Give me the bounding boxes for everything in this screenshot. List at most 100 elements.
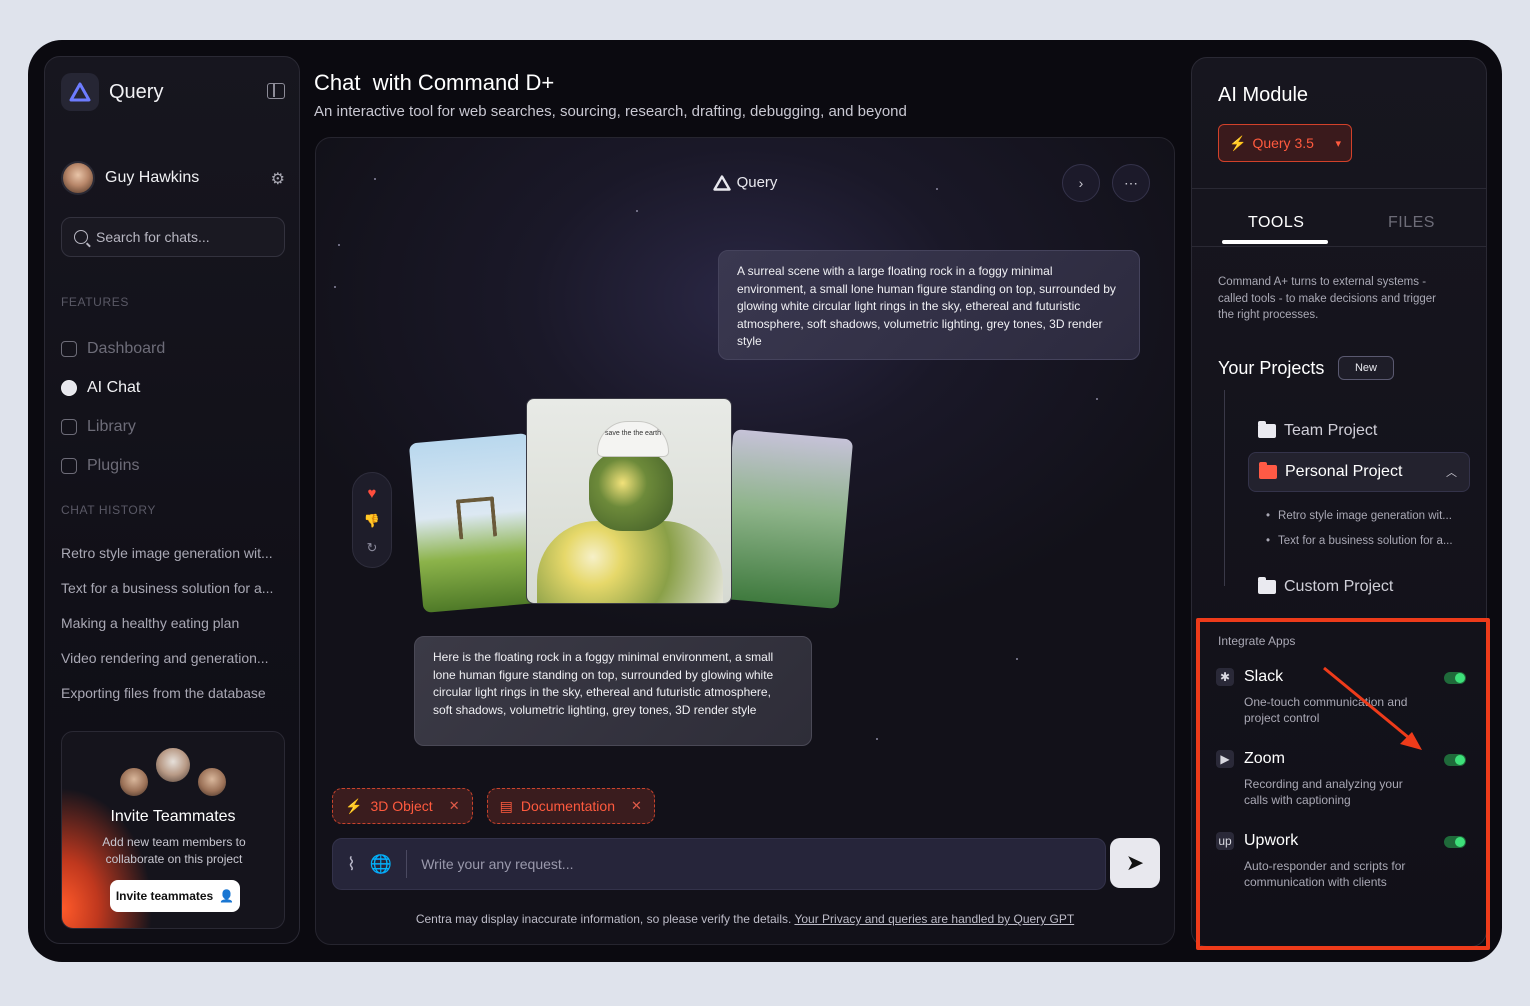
send-button[interactable]: ➤ [1110,838,1160,888]
more-options-icon[interactable]: ⋯ [1112,164,1150,202]
app-name: Zoom [1244,750,1285,767]
generated-image-flower-figure[interactable]: save the the earth [526,398,732,604]
invite-teammates-button[interactable]: Invite teammates 👤 [110,880,240,912]
disclaimer-text: Centra may display inaccurate informatio… [415,912,792,926]
project-personal[interactable]: Personal Project ︿ [1248,452,1470,492]
zoom-toggle[interactable] [1444,754,1466,766]
project-custom[interactable]: Custom Project [1258,577,1394,596]
chat-brand-name: Query [736,174,778,191]
bolt-icon: ⚡ [345,797,363,814]
folder-icon [1258,577,1276,594]
user-profile[interactable]: Guy Hawkins ⚙ [61,161,285,195]
list-item[interactable]: Video rendering and generation... [61,640,285,675]
figure-cap: save the the earth [597,421,669,457]
list-item[interactable]: Text for a business solution for a... [61,570,285,605]
app-description: Recording and analyzing your calls with … [1244,777,1403,807]
invite-description: Add new team members to collaborate on t… [102,835,246,866]
app-name: Slack [1244,668,1284,685]
divider [1192,246,1486,247]
app-slack: ✱ Slack One-touch communication and proje… [1216,668,1466,726]
star [636,210,638,212]
slack-toggle[interactable] [1444,672,1466,684]
sidebar-item-plugins[interactable]: Plugins [61,446,285,485]
sidebar-item-label: AI Chat [87,378,141,396]
collapse-sidebar-icon[interactable] [267,83,285,99]
model-select[interactable]: ⚡ Query 3.5 ▾ [1218,124,1352,162]
brand[interactable]: Query [61,73,163,111]
tag-documentation[interactable]: ▤ Documentation ✕ [486,788,655,824]
tag-label: Documentation [520,798,615,814]
project-label: Custom Project [1284,578,1394,595]
avatar [154,746,192,784]
list-item[interactable]: Retro style image generation wit... [61,535,285,570]
app-upwork: up Upwork Auto-responder and scripts for … [1216,832,1466,890]
disclaimer: Centra may display inaccurate informatio… [316,912,1174,926]
ai-module-panel: AI Module ⚡ Query 3.5 ▾ TOOLS FILES Comm… [1191,57,1490,950]
request-input[interactable] [406,850,1007,878]
chevron-right-icon[interactable]: › [1062,164,1100,202]
sidebar-item-dashboard[interactable]: Dashboard [61,329,285,368]
globe-icon[interactable]: 🌐 [370,854,392,875]
tag-3d-object[interactable]: ⚡ 3D Object ✕ [332,788,473,824]
ai-message: Here is the floating rock in a foggy min… [414,636,812,746]
active-tab-indicator [1222,240,1328,244]
feature-nav: Dashboard AI Chat Library Plugins [61,329,285,485]
upwork-icon: up [1216,832,1234,850]
query-logo-icon [61,73,99,111]
refresh-icon[interactable]: ↻ [367,540,378,556]
project-subitem[interactable]: Retro style image generation wit... [1266,510,1452,522]
list-item[interactable]: Making a healthy eating plan [61,605,285,640]
tab-tools[interactable]: TOOLS [1248,214,1304,232]
app-description: Auto-responder and scripts for communica… [1244,859,1406,889]
chat-brand: Query [316,174,1174,191]
divider [1192,188,1486,189]
chevron-up-icon[interactable]: ︿ [1446,464,1457,480]
thumbs-down-icon[interactable]: 👎 [364,513,380,529]
chat-history-heading: CHAT HISTORY [61,503,156,517]
search-input[interactable] [96,229,266,245]
project-subitem[interactable]: Text for a business solution for a... [1266,535,1453,547]
reaction-bar: ♥ 👎 ↻ [352,472,392,568]
tab-files[interactable]: FILES [1388,214,1435,232]
invite-card: Invite Teammates Add new team members to… [61,731,285,929]
avatar [61,161,95,195]
star [338,244,340,246]
features-heading: FEATURES [61,295,129,309]
list-item[interactable]: Exporting files from the database [61,675,285,710]
invite-button-label: Invite teammates [115,889,214,903]
brand-name: Query [109,80,164,103]
sidebar-item-ai-chat[interactable]: AI Chat [61,368,285,407]
integrate-apps-title: Integrate Apps [1218,634,1296,648]
heart-icon[interactable]: ♥ [368,485,377,502]
close-icon[interactable]: ✕ [449,798,460,814]
sidebar-item-library[interactable]: Library [61,407,285,446]
privacy-link[interactable]: Your Privacy and queries are handled by … [794,912,1074,926]
plugins-icon [61,457,77,474]
tools-description: Command A+ turns to external systems - c… [1218,276,1436,321]
figure-body [537,521,723,603]
page-subtitle: An interactive tool for web searches, so… [314,103,907,120]
query-logo-icon [712,174,731,191]
folder-icon [1258,421,1276,438]
close-icon[interactable]: ✕ [631,798,642,814]
gear-icon[interactable]: ⚙ [271,169,285,189]
upwork-toggle[interactable] [1444,836,1466,848]
user-name: Guy Hawkins [105,169,200,186]
project-team[interactable]: Team Project [1258,421,1377,440]
paperclip-icon[interactable]: ⌇ [347,854,356,875]
generated-image-chair[interactable] [408,433,544,613]
folder-icon [1259,462,1277,479]
library-icon [61,418,77,435]
cap-text: save the the earth [604,430,662,437]
chat-panel: Query › ⋯ A surreal scene with a large f… [315,137,1175,945]
tree-line [1224,390,1225,586]
generated-image-landscape[interactable] [718,429,854,609]
search-bar [61,217,285,257]
star [876,738,878,740]
attachment-tags: ⚡ 3D Object ✕ ▤ Documentation ✕ [332,788,655,824]
chat-history-list: Retro style image generation wit... Text… [61,535,285,710]
chevron-down-icon: ▾ [1335,137,1341,150]
invite-title: Invite Teammates [110,808,236,825]
star [334,286,336,288]
new-project-button[interactable]: New [1338,356,1394,380]
